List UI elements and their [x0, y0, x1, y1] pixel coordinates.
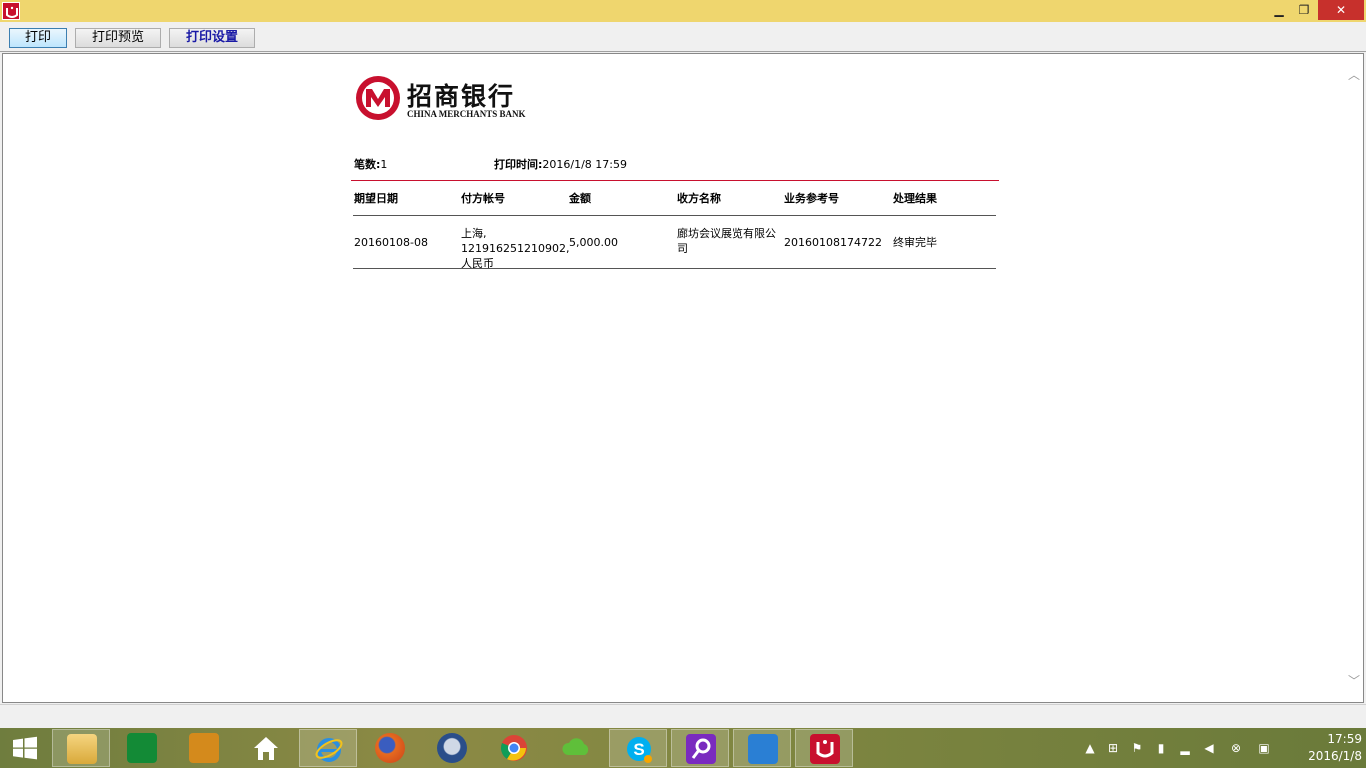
column-header-amount: 金额 [569, 192, 591, 205]
thunderbird-icon [437, 733, 467, 763]
tray-flag-icon[interactable]: ⚑ [1129, 740, 1145, 756]
title-bar: ▁ ❐ ✕ [0, 0, 1366, 22]
column-header-date: 期望日期 [354, 192, 398, 205]
start-button[interactable] [0, 728, 50, 768]
tray-battery-icon[interactable]: ▮ [1153, 740, 1169, 756]
scroll-up-icon[interactable]: ︿ [1347, 68, 1361, 82]
logo-chinese-text: 招商银行 [407, 82, 516, 111]
chrome-icon [500, 735, 527, 761]
print-time: 打印时间:2016/1/8 17:59 [494, 158, 628, 171]
tray-status-icon[interactable]: ⊗ [1228, 740, 1244, 756]
taskbar-cmb-app[interactable] [795, 729, 853, 767]
taskbar-notes[interactable] [175, 729, 233, 767]
header-divider [351, 180, 999, 181]
tray-display-icon[interactable]: ▣ [1256, 740, 1272, 756]
tray-network-icon[interactable]: ▂ [1177, 740, 1193, 756]
store-icon [127, 733, 157, 763]
table-cell-reference: 20160108174722 [784, 236, 882, 249]
close-button[interactable]: ✕ [1318, 0, 1364, 20]
notes-icon [189, 733, 219, 763]
restore-button[interactable]: ❐ [1293, 0, 1315, 20]
tray-volume-muted-icon[interactable]: ◀ [1201, 740, 1217, 756]
folder-icon [67, 734, 97, 764]
taskbar-internet-explorer[interactable] [299, 729, 357, 767]
print-button[interactable]: 打印 [9, 28, 67, 48]
taskbar-thunderbird[interactable] [423, 729, 481, 767]
cloud-icon [562, 738, 589, 755]
home-icon [254, 737, 278, 760]
taskbar-file-explorer[interactable] [52, 729, 110, 767]
table-bottom-divider [353, 268, 996, 269]
tray-overflow-icon[interactable]: ▲ [1082, 740, 1098, 756]
taskbar-gj-app[interactable] [733, 729, 791, 767]
print-setup-button[interactable]: 打印设置 [169, 28, 255, 48]
column-header-payer-account: 付方帐号 [461, 192, 505, 205]
bank-logo: 招商银行 CHINA MERCHANTS BANK [355, 75, 535, 125]
gj-app-icon [748, 734, 778, 764]
cmb-logo-icon [356, 76, 400, 120]
windows-icon [13, 736, 37, 760]
table-cell-payer-account: 上海, 121916251210902, 人民币 [461, 227, 570, 270]
column-header-payee-name: 收方名称 [677, 192, 721, 205]
taskbar-search-app[interactable] [671, 729, 729, 767]
taskbar-store[interactable] [113, 729, 171, 767]
internet-explorer-icon [315, 738, 343, 762]
taskbar-cloud-app[interactable] [547, 729, 605, 767]
document-view[interactable]: ︿ ﹀ [2, 53, 1364, 703]
magnifier-icon [686, 734, 716, 764]
table-cell-date: 20160108-08 [354, 236, 428, 249]
table-cell-result: 终审完毕 [893, 236, 937, 249]
vertical-scrollbar[interactable]: ︿ ﹀ [1345, 54, 1363, 702]
record-count: 笔数:1 [354, 158, 388, 171]
taskbar-home[interactable] [237, 729, 295, 767]
skype-icon: S [627, 737, 652, 763]
svg-text:S: S [633, 740, 644, 759]
taskbar: S ▲ ⊞ ⚑ ▮ ▂ ◀ ⊗ ▣ 17:59 2016/1/8 [0, 728, 1366, 768]
taskbar-clock[interactable]: 17:59 2016/1/8 [1284, 731, 1362, 765]
toolbar: 打印 打印预览 打印设置 [0, 22, 1366, 52]
table-divider [353, 215, 996, 216]
clock-time: 17:59 [1327, 732, 1362, 746]
logo-english-text: CHINA MERCHANTS BANK [407, 109, 526, 119]
scroll-down-icon[interactable]: ﹀ [1347, 674, 1361, 688]
column-header-result: 处理结果 [893, 192, 937, 205]
taskbar-firefox[interactable] [361, 729, 419, 767]
status-bar [0, 704, 1366, 728]
taskbar-skype[interactable]: S [609, 729, 667, 767]
firefox-icon [375, 733, 405, 763]
print-preview-button[interactable]: 打印预览 [75, 28, 161, 48]
taskbar-chrome[interactable] [485, 729, 543, 767]
table-cell-amount: 5,000.00 [569, 236, 618, 249]
clock-date: 2016/1/8 [1308, 749, 1362, 763]
cmb-app-icon[interactable] [2, 2, 20, 20]
cmb-taskbar-icon [810, 734, 840, 764]
column-header-reference: 业务参考号 [784, 192, 839, 205]
table-cell-payee-name: 廊坊会议展览有限公司 [677, 227, 776, 255]
minimize-button[interactable]: ▁ [1268, 0, 1290, 20]
tray-windows-icon[interactable]: ⊞ [1105, 740, 1121, 756]
